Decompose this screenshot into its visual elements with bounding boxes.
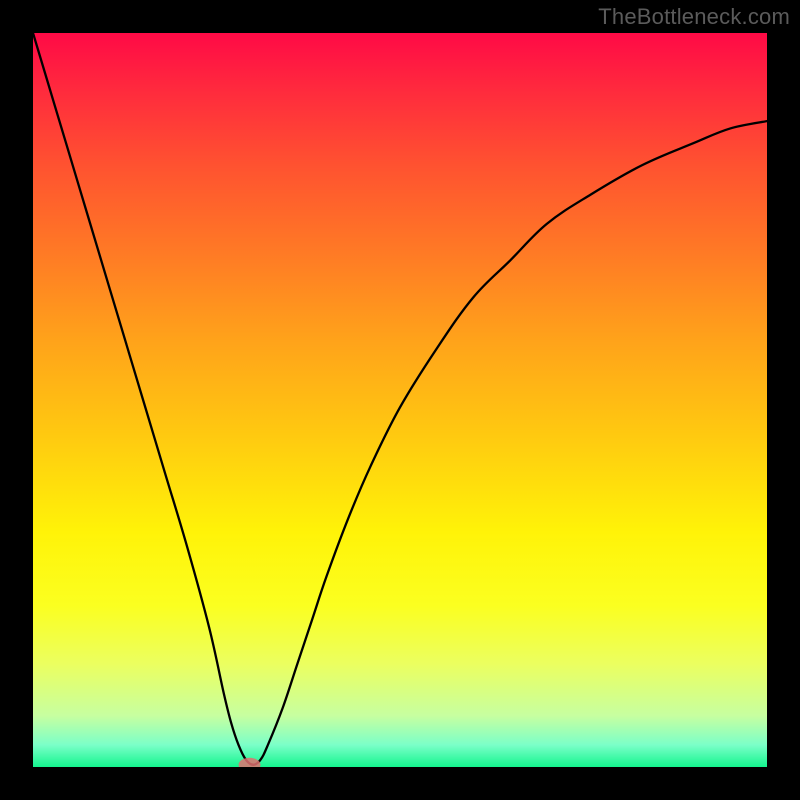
minimum-marker [239, 758, 261, 767]
watermark-text: TheBottleneck.com [598, 4, 790, 30]
curve-layer [33, 33, 767, 767]
chart-frame: TheBottleneck.com [0, 0, 800, 800]
plot-area [33, 33, 767, 767]
bottleneck-curve [33, 33, 767, 765]
